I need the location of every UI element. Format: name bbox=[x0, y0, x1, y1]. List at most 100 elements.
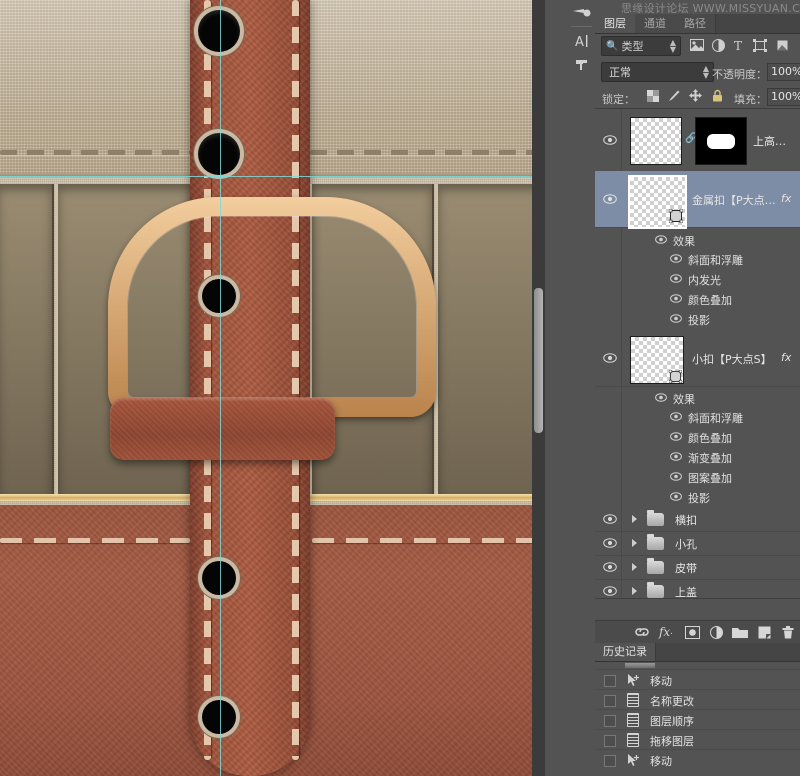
effect-row-color-overlay[interactable]: 颜色叠加 bbox=[595, 288, 800, 308]
effect-visibility-eye-icon[interactable] bbox=[670, 470, 682, 482]
effects-visibility-eye-icon[interactable] bbox=[655, 391, 667, 403]
lock-all-icon[interactable] bbox=[710, 88, 725, 103]
layer-row-metal-buckle[interactable]: 金属扣【P大点… fx bbox=[595, 171, 800, 229]
history-entry-row[interactable]: 图层顺序 bbox=[595, 709, 800, 730]
layer-name[interactable]: 小扣【P大点S】 bbox=[692, 351, 772, 367]
layer-visibility-eye-icon[interactable] bbox=[603, 560, 617, 574]
effect-row-inner-glow[interactable]: 内发光 bbox=[595, 268, 800, 288]
new-group-icon[interactable] bbox=[731, 624, 749, 640]
layer-thumbnail[interactable] bbox=[630, 117, 682, 165]
lock-transparent-icon[interactable] bbox=[645, 88, 660, 103]
add-layer-mask-icon[interactable] bbox=[683, 624, 701, 640]
blend-mode-select[interactable]: 正常 ▲ ▼ bbox=[601, 62, 714, 82]
layer-visibility-eye-icon[interactable] bbox=[603, 351, 617, 365]
adjustment-filter-icon[interactable] bbox=[709, 37, 727, 53]
effect-row-pattern-overlay[interactable]: 图案叠加 bbox=[595, 466, 800, 486]
layer-group-name[interactable]: 上盖 bbox=[675, 584, 697, 598]
effect-visibility-eye-icon[interactable] bbox=[670, 312, 682, 324]
group-disclosure-triangle-icon[interactable] bbox=[632, 563, 637, 571]
effects-group-row[interactable]: 效果 bbox=[595, 387, 800, 407]
new-layer-icon[interactable] bbox=[755, 624, 773, 640]
layer-fx-badge[interactable]: fx bbox=[781, 351, 791, 364]
history-snapshot-checkbox[interactable] bbox=[604, 715, 616, 727]
smartobject-filter-icon[interactable] bbox=[773, 37, 791, 53]
layer-filter-type-select[interactable]: 🔍 类型 ▲ ▼ bbox=[601, 36, 681, 56]
paragraph-tool-icon[interactable] bbox=[568, 53, 595, 77]
effect-visibility-eye-icon[interactable] bbox=[670, 490, 682, 502]
layer-row-shanggao[interactable]: 🔗 上高… bbox=[595, 109, 800, 172]
history-snapshot-checkbox[interactable] bbox=[604, 735, 616, 747]
layer-visibility-eye-icon[interactable] bbox=[603, 133, 617, 147]
effects-group-row[interactable]: 效果 bbox=[595, 229, 800, 249]
layer-visibility-eye-icon[interactable] bbox=[603, 512, 617, 526]
type-filter-icon[interactable]: T bbox=[730, 37, 748, 53]
effect-visibility-eye-icon[interactable] bbox=[670, 430, 682, 442]
history-panel[interactable]: 历史记录 移动 名称更改 图层顺序 拖移图层 移动 bbox=[595, 643, 800, 776]
history-entry-row[interactable]: 名称更改 bbox=[595, 689, 800, 710]
effect-row-drop-shadow[interactable]: 投影 bbox=[595, 308, 800, 328]
history-entry-row[interactable]: 移动 bbox=[595, 669, 800, 690]
delete-layer-icon[interactable] bbox=[779, 624, 797, 640]
new-adjustment-layer-icon[interactable] bbox=[707, 624, 725, 640]
layer-group-name[interactable]: 皮带 bbox=[675, 560, 697, 576]
canvas-scrollbar-track[interactable] bbox=[532, 0, 545, 776]
effect-visibility-eye-icon[interactable] bbox=[670, 252, 682, 264]
layer-mask-thumbnail[interactable] bbox=[695, 117, 747, 165]
pixel-filter-icon[interactable] bbox=[688, 37, 706, 53]
effect-visibility-eye-icon[interactable] bbox=[670, 410, 682, 422]
tab-paths[interactable]: 路径 bbox=[675, 14, 716, 33]
history-entry-row[interactable]: 拖移图层 bbox=[595, 729, 800, 750]
history-snapshot-checkbox[interactable] bbox=[604, 755, 616, 767]
history-snapshot-checkbox[interactable] bbox=[604, 695, 616, 707]
panel-tabbar[interactable]: 图层 通道 路径 bbox=[595, 14, 800, 34]
effect-row-color-overlay[interactable]: 颜色叠加 bbox=[595, 426, 800, 446]
effect-visibility-eye-icon[interactable] bbox=[670, 450, 682, 462]
layers-list[interactable]: 🔗 上高… 金属扣【P大点… fx 效果 斜面和浮雕 内发光 颜色叠加 投影 小… bbox=[595, 109, 800, 599]
layer-visibility-eye-icon[interactable] bbox=[603, 536, 617, 550]
history-tabbar[interactable]: 历史记录 bbox=[595, 643, 800, 662]
layer-group-name[interactable]: 小孔 bbox=[675, 536, 697, 552]
tool-strip[interactable]: A bbox=[568, 0, 596, 776]
group-disclosure-triangle-icon[interactable] bbox=[632, 587, 637, 595]
effects-visibility-eye-icon[interactable] bbox=[655, 233, 667, 245]
tab-channels[interactable]: 通道 bbox=[635, 14, 676, 33]
history-snapshot-strip[interactable] bbox=[625, 663, 655, 668]
lock-image-icon[interactable] bbox=[667, 88, 682, 103]
fill-value[interactable]: 100% bbox=[767, 88, 800, 106]
group-disclosure-triangle-icon[interactable] bbox=[632, 515, 637, 523]
effect-row-drop-shadow[interactable]: 投影 bbox=[595, 486, 800, 506]
effect-visibility-eye-icon[interactable] bbox=[670, 292, 682, 304]
layer-name[interactable]: 金属扣【P大点… bbox=[692, 192, 776, 208]
lock-position-icon[interactable] bbox=[688, 88, 703, 103]
guide-vertical[interactable] bbox=[220, 0, 221, 776]
layer-visibility-eye-icon[interactable] bbox=[603, 192, 617, 206]
link-layers-icon[interactable] bbox=[633, 624, 651, 640]
layer-group-row-pidai[interactable]: 皮带 bbox=[595, 555, 800, 580]
effect-row-gradient-overlay[interactable]: 渐变叠加 bbox=[595, 446, 800, 466]
opacity-value[interactable]: 100% bbox=[767, 63, 800, 81]
history-snapshot-checkbox[interactable] bbox=[604, 675, 616, 687]
layer-fx-badge[interactable]: fx bbox=[781, 192, 791, 205]
canvas-scrollbar-thumb[interactable] bbox=[534, 288, 543, 433]
layer-name[interactable]: 上高… bbox=[753, 133, 786, 149]
layer-visibility-eye-icon[interactable] bbox=[603, 584, 617, 598]
layer-group-name[interactable]: 横扣 bbox=[675, 512, 697, 528]
layer-style-fx-icon[interactable]: fx. bbox=[657, 624, 675, 640]
effect-row-bevel[interactable]: 斜面和浮雕 bbox=[595, 406, 800, 426]
history-entry-row[interactable]: 移动 bbox=[595, 749, 800, 770]
layer-row-small-buckle[interactable]: 小扣【P大点S】 fx bbox=[595, 330, 800, 387]
guide-horizontal[interactable] bbox=[0, 176, 545, 177]
group-disclosure-triangle-icon[interactable] bbox=[632, 539, 637, 547]
canvas-viewport[interactable] bbox=[0, 0, 545, 776]
layer-group-row-xiaokong[interactable]: 小孔 bbox=[595, 531, 800, 556]
layer-group-row-shanggai[interactable]: 上盖 bbox=[595, 579, 800, 598]
layer-group-row-hengkou[interactable]: 横扣 bbox=[595, 507, 800, 532]
tab-history[interactable]: 历史记录 bbox=[595, 643, 656, 661]
eyedropper-tool-icon[interactable] bbox=[568, 0, 595, 24]
effect-row-bevel[interactable]: 斜面和浮雕 bbox=[595, 248, 800, 268]
text-tool-icon[interactable]: A bbox=[568, 29, 595, 53]
layers-bottom-toolbar[interactable]: fx. bbox=[595, 620, 800, 644]
shape-filter-icon[interactable] bbox=[751, 37, 769, 53]
tab-layers[interactable]: 图层 bbox=[595, 14, 636, 33]
effect-visibility-eye-icon[interactable] bbox=[670, 272, 682, 284]
